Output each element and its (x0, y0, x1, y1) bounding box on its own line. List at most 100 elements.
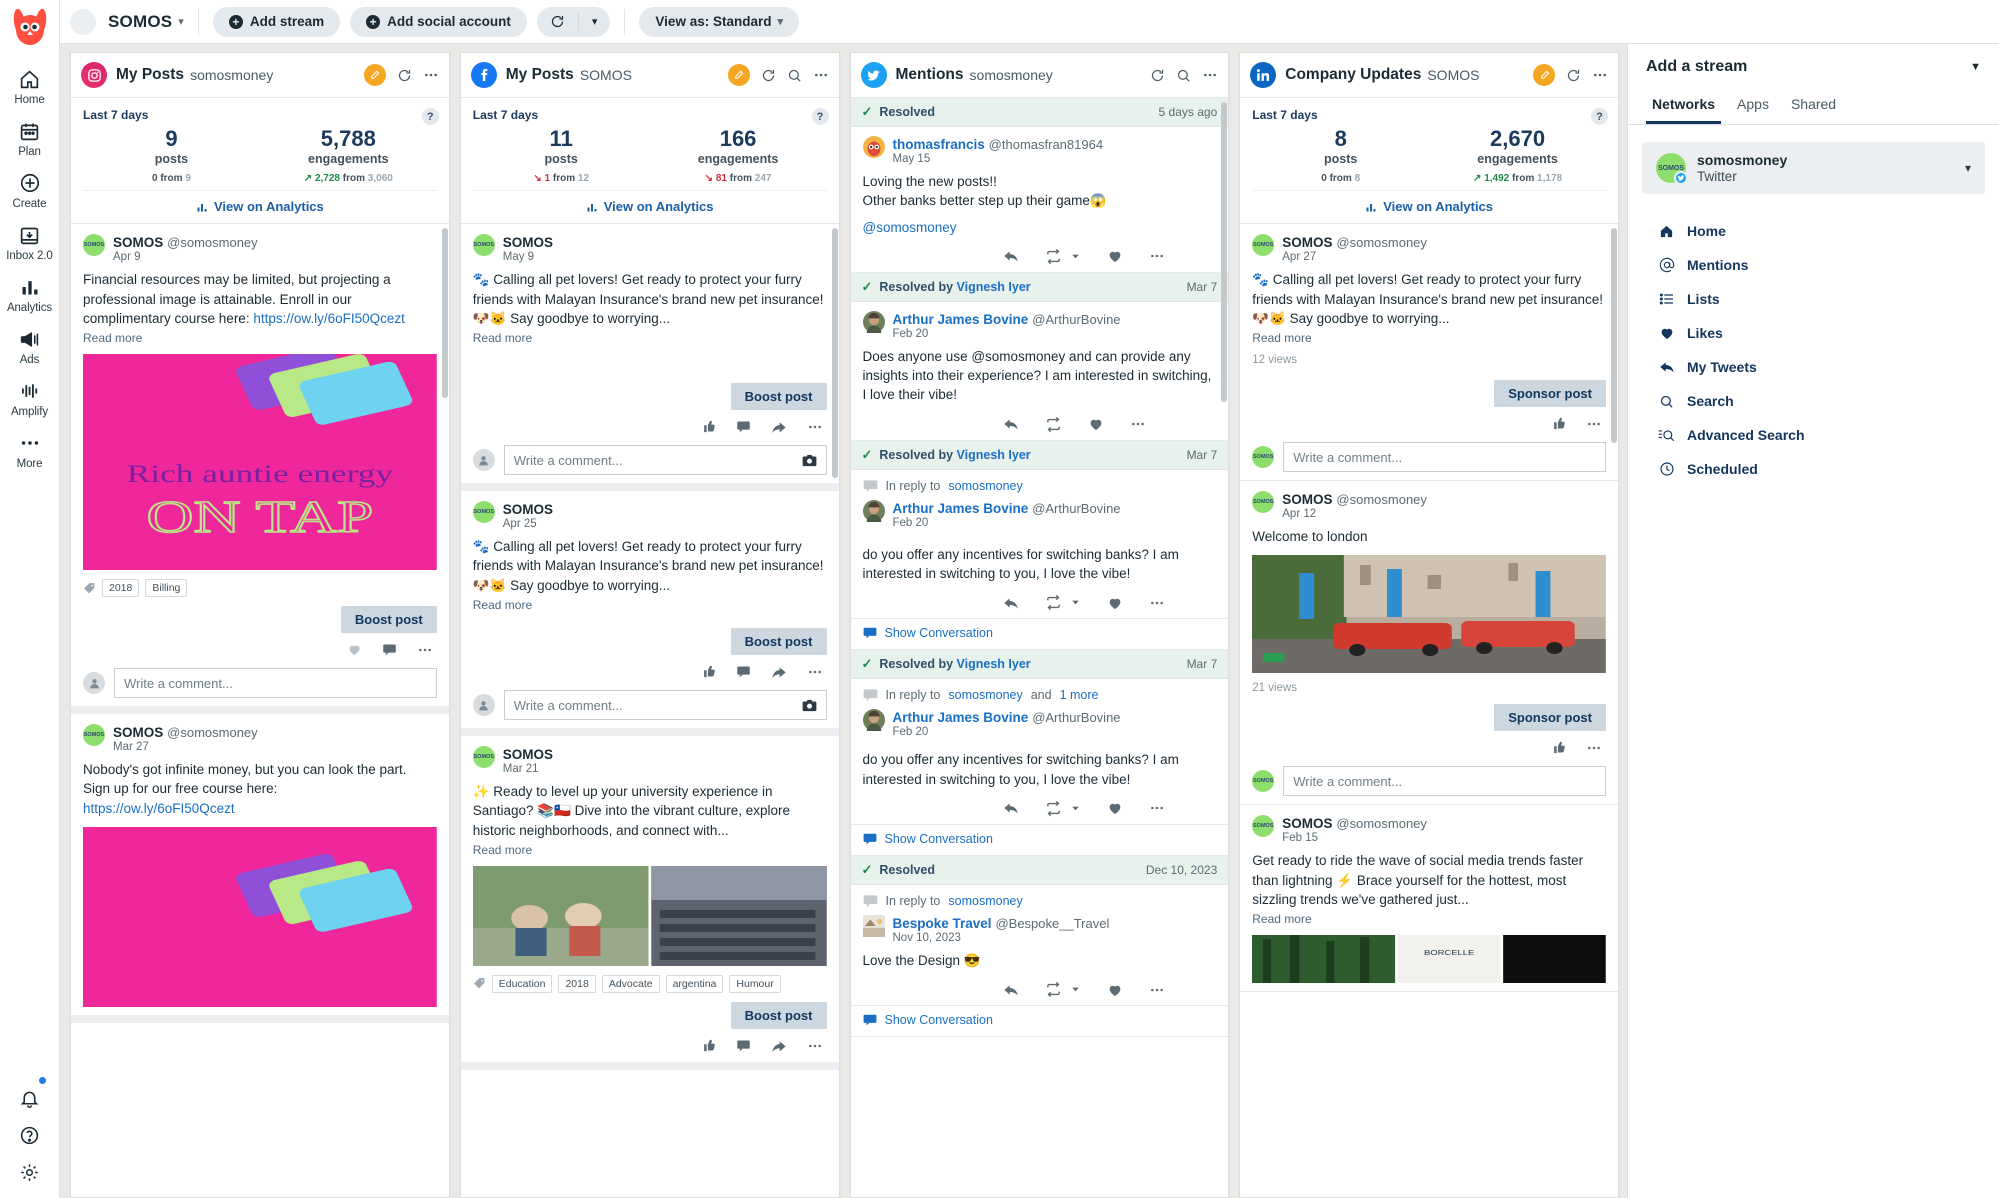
mention-more-icon[interactable] (1149, 595, 1165, 611)
retweet-icon[interactable] (1045, 981, 1062, 998)
chevron-down-icon[interactable] (1070, 251, 1081, 262)
tag[interactable]: 2018 (102, 579, 139, 597)
boost-post-button[interactable]: Boost post (731, 628, 827, 655)
stream-option-search[interactable]: Search (1628, 384, 1999, 418)
tab-networks[interactable]: Networks (1646, 90, 1721, 124)
resolver-name[interactable]: Vignesh Iyer (957, 448, 1031, 462)
reply-icon[interactable] (1003, 248, 1019, 264)
like-icon[interactable] (1107, 248, 1123, 264)
boost-post-button[interactable]: Boost post (731, 383, 827, 410)
tag[interactable]: Advocate (602, 975, 660, 993)
post-image[interactable] (1252, 555, 1606, 673)
reply-icon[interactable] (1003, 416, 1019, 432)
stream-option-home[interactable]: Home (1628, 214, 1999, 248)
scrollbar[interactable] (442, 228, 448, 398)
scrollbar[interactable] (832, 228, 838, 478)
view-on-analytics-link[interactable]: View on Analytics (83, 190, 437, 223)
stream-option-advanced-search[interactable]: Advanced Search (1628, 418, 1999, 452)
reply-target[interactable]: somosmoney (948, 479, 1022, 493)
tag[interactable]: Education (492, 975, 553, 993)
scrollbar[interactable] (1611, 228, 1617, 443)
read-more-link[interactable]: Read more (1252, 331, 1606, 345)
view-on-analytics-link[interactable]: View on Analytics (473, 190, 827, 223)
stream-feed[interactable]: SOMOS SOMOS @somosmoney Apr 27 🐾 Calling… (1240, 224, 1618, 1197)
stream-feed[interactable]: SOMOS SOMOS @somosmoney Apr 9 Financial … (71, 224, 449, 1197)
mention-more-icon[interactable] (1149, 800, 1165, 816)
chevron-down-icon[interactable]: ▾ (1965, 161, 1971, 175)
search-icon[interactable] (1176, 68, 1191, 83)
like-icon[interactable] (347, 642, 362, 658)
comment-input[interactable]: Write a comment... (504, 690, 827, 720)
camera-icon[interactable] (802, 699, 817, 712)
post-more-icon[interactable] (1586, 740, 1602, 756)
boost-post-button[interactable]: Boost post (341, 606, 437, 633)
comment-icon[interactable] (736, 664, 751, 680)
sponsor-post-button[interactable]: Sponsor post (1494, 704, 1606, 731)
retweet-icon[interactable] (1045, 594, 1062, 611)
tag[interactable]: argentina (666, 975, 724, 993)
read-more-link[interactable]: Read more (473, 331, 827, 345)
tab-shared[interactable]: Shared (1785, 90, 1842, 124)
mention-author[interactable]: Bespoke Travel (893, 916, 992, 931)
post-more-icon[interactable] (417, 642, 433, 658)
view-as-button[interactable]: View as: Standard ▾ (639, 7, 799, 37)
stream-option-lists[interactable]: Lists (1628, 282, 1999, 316)
refresh-options-button[interactable]: ▾ (579, 7, 611, 37)
stream-more-icon[interactable] (813, 67, 829, 83)
view-on-analytics-link[interactable]: View on Analytics (1252, 190, 1606, 223)
compose-icon[interactable] (1533, 64, 1555, 86)
retweet-icon[interactable] (1045, 248, 1062, 265)
read-more-link[interactable]: Read more (83, 331, 437, 345)
read-more-link[interactable]: Read more (1252, 912, 1606, 926)
like-icon[interactable] (1107, 595, 1123, 611)
comment-input[interactable]: Write a comment... (1283, 766, 1606, 796)
stream-feed[interactable]: ✓ Resolved 5 days ago thomasfrancis (851, 98, 1229, 1197)
thumbs-up-icon[interactable] (1551, 416, 1566, 432)
mention-author[interactable]: thomasfrancis (893, 137, 985, 152)
reply-icon[interactable] (1003, 595, 1019, 611)
settings-button[interactable] (0, 1153, 60, 1190)
chevron-down-icon[interactable] (1070, 597, 1081, 608)
tag[interactable]: Humour (729, 975, 780, 993)
share-icon[interactable] (771, 664, 787, 680)
reply-target[interactable]: somosmoney (948, 894, 1022, 908)
sidebar-item-create[interactable]: Create (0, 164, 60, 216)
compose-icon[interactable] (364, 64, 386, 86)
notifications-button[interactable] (0, 1079, 60, 1116)
refresh-icon[interactable] (761, 68, 776, 83)
mention-more-icon[interactable] (1149, 982, 1165, 998)
post-more-icon[interactable] (1586, 416, 1602, 432)
sidebar-item-plan[interactable]: Plan (0, 112, 60, 164)
comment-icon[interactable] (736, 1038, 751, 1054)
like-icon[interactable] (1107, 800, 1123, 816)
thumbs-up-icon[interactable] (701, 419, 716, 435)
resolver-name[interactable]: Vignesh Iyer (957, 657, 1031, 671)
help-button[interactable] (0, 1116, 60, 1153)
stream-option-my-tweets[interactable]: My Tweets (1628, 350, 1999, 384)
post-image[interactable] (83, 827, 437, 1007)
stream-option-likes[interactable]: Likes (1628, 316, 1999, 350)
thumbs-up-icon[interactable] (701, 1038, 716, 1054)
post-link[interactable]: https://ow.ly/6oFI50Qcezt (83, 799, 437, 818)
refresh-icon[interactable] (1566, 68, 1581, 83)
show-conversation-link[interactable]: Show Conversation (851, 825, 1229, 856)
account-selector[interactable]: SOMOS somosmoney Twitter ▾ (1642, 142, 1985, 194)
mention-more-icon[interactable] (1130, 416, 1146, 432)
post-image[interactable] (473, 866, 827, 966)
sidebar-item-home[interactable]: Home (0, 60, 60, 112)
sidebar-item-inbox[interactable]: Inbox 2.0 (0, 216, 60, 268)
mention-author[interactable]: Arthur James Bovine (893, 710, 1029, 725)
like-icon[interactable] (1107, 982, 1123, 998)
chevron-down-icon[interactable] (1070, 984, 1081, 995)
boost-post-button[interactable]: Boost post (731, 1002, 827, 1029)
tag[interactable]: 2018 (558, 975, 595, 993)
camera-icon[interactable] (802, 454, 817, 467)
mention-author[interactable]: Arthur James Bovine (893, 501, 1029, 516)
show-conversation-link[interactable]: Show Conversation (851, 619, 1229, 650)
reply-more[interactable]: 1 more (1060, 688, 1099, 702)
post-more-icon[interactable] (807, 419, 823, 435)
mention-link[interactable]: @somosmoney (863, 218, 1217, 237)
scrollbar[interactable] (1221, 102, 1227, 402)
add-social-account-button[interactable]: + Add social account (350, 7, 527, 37)
thumbs-up-icon[interactable] (701, 664, 716, 680)
